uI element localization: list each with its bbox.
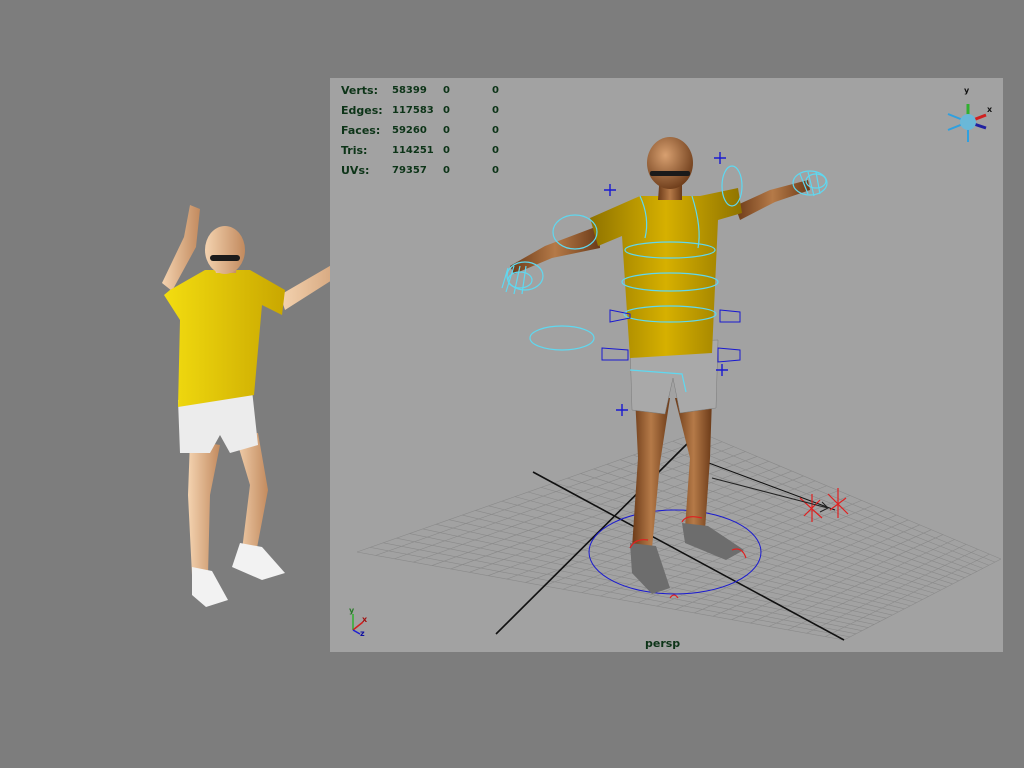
hud-value: 0 — [443, 84, 450, 96]
hud-value: 79357 — [392, 164, 427, 176]
hud-poly-count: Verts: 58399 0 0 Edges: 117583 0 0 Faces… — [341, 80, 532, 180]
hud-value: 0 — [492, 144, 499, 156]
perspective-viewport[interactable]: y x y x z Verts: 58399 0 0 Edges: 117583… — [330, 78, 1003, 652]
view-axis-gizmo[interactable]: y x — [947, 86, 993, 142]
origin-x-label: x — [362, 615, 368, 624]
origin-y-label: y — [349, 606, 355, 615]
grid-line — [637, 504, 874, 604]
ground-grid — [356, 431, 1002, 641]
grid-line — [501, 500, 911, 607]
hud-label: Edges: — [341, 103, 383, 117]
hud-row-edges: Edges: 117583 0 0 — [341, 100, 532, 120]
gizmo-x-label: x — [987, 105, 993, 114]
grid-line — [370, 547, 851, 638]
hud-value: 0 — [492, 104, 499, 116]
grid-line — [449, 519, 887, 619]
origin-axis-indicator: y x z — [349, 606, 368, 638]
gizmo-y-label: y — [964, 86, 970, 95]
hud-value: 114251 — [392, 144, 434, 156]
character-head[interactable] — [647, 137, 693, 189]
grid-line — [768, 539, 955, 627]
hud-value: 58399 — [392, 84, 427, 96]
camera-name-label: persp — [645, 637, 681, 650]
hud-value: 0 — [443, 124, 450, 136]
hud-value: 0 — [492, 124, 499, 136]
hud-label: Faces: — [341, 123, 381, 137]
origin-z-label: z — [360, 629, 365, 638]
hud-row-uvs: UVs: 79357 0 0 — [341, 160, 532, 180]
hud-row-verts: Verts: 58399 0 0 — [341, 80, 532, 100]
hud-row-tris: Tris: 114251 0 0 — [341, 140, 532, 160]
hud-value: 59260 — [392, 124, 427, 136]
hud-value: 0 — [443, 104, 450, 116]
hud-label: Tris: — [341, 143, 368, 157]
hud-label: UVs: — [341, 163, 370, 177]
hud-value: 0 — [492, 164, 499, 176]
hud-row-faces: Faces: 59260 0 0 — [341, 120, 532, 140]
hud-value: 0 — [443, 164, 450, 176]
grid-line — [462, 514, 893, 616]
grid-line — [356, 551, 845, 641]
hud-label: Verts: — [341, 83, 379, 97]
hud-value: 0 — [443, 144, 450, 156]
hud-value: 117583 — [392, 104, 434, 116]
hud-value: 0 — [492, 84, 499, 96]
grid-line — [787, 544, 967, 631]
